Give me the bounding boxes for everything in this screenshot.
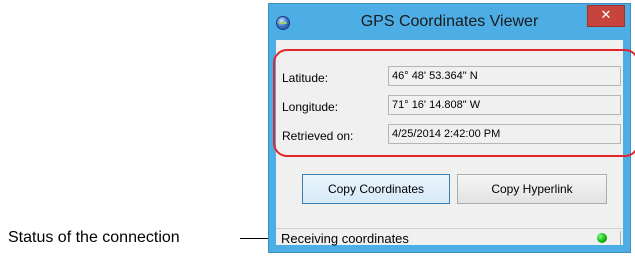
retrieved-label: Retrieved on: xyxy=(282,129,354,143)
copy-coordinates-button[interactable]: Copy Coordinates xyxy=(302,174,450,204)
window-title: GPS Coordinates Viewer xyxy=(360,13,539,30)
client-area: Latitude: 46° 48' 53.364" N Longitude: 7… xyxy=(273,40,635,246)
copy-hyperlink-button[interactable]: Copy Hyperlink xyxy=(457,174,607,204)
callout-leader-line xyxy=(240,238,270,239)
screenshot: Status of the connection GPS Coordinates… xyxy=(0,0,635,257)
status-bar: Receiving coordinates xyxy=(276,228,623,246)
retrieved-row: Retrieved on: 4/25/2014 2:42:00 PM xyxy=(276,124,623,146)
retrieved-field[interactable]: 4/25/2014 2:42:00 PM xyxy=(388,124,621,144)
latitude-label: Latitude: xyxy=(282,71,329,85)
close-icon: ✕ xyxy=(600,8,612,23)
status-text: Receiving coordinates xyxy=(281,231,409,246)
longitude-field[interactable]: 71° 16' 14.808" W xyxy=(388,95,621,115)
title-bar[interactable]: GPS Coordinates Viewer ✕ xyxy=(269,4,630,40)
latitude-field[interactable]: 46° 48' 53.364" N xyxy=(388,66,621,86)
longitude-row: Longitude: 71° 16' 14.808" W xyxy=(276,95,623,117)
status-led-icon xyxy=(597,233,607,243)
latitude-row: Latitude: 46° 48' 53.364" N xyxy=(276,66,623,88)
close-button[interactable]: ✕ xyxy=(587,5,625,27)
gps-viewer-window: GPS Coordinates Viewer ✕ Latitude: 46° 4… xyxy=(268,3,635,253)
status-separator xyxy=(620,231,621,245)
callout-label: Status of the connection xyxy=(8,229,180,246)
status-callout: Status of the connection xyxy=(0,228,270,248)
longitude-label: Longitude: xyxy=(282,100,339,114)
